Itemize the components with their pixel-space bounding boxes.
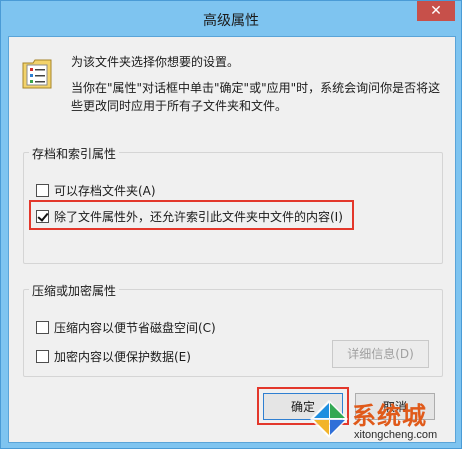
compress-group-label: 压缩或加密属性 xyxy=(29,282,120,299)
close-button[interactable]: ✕ xyxy=(417,1,455,21)
index-option-label: 除了文件属性外，还允许索引此文件夹中文件的内容(I) xyxy=(54,210,343,224)
encrypt-checkbox[interactable] xyxy=(36,350,49,363)
archive-folder-option[interactable]: 可以存档文件夹(A) xyxy=(36,182,156,199)
archive-option-label: 可以存档文件夹(A) xyxy=(54,184,156,198)
title-bar[interactable]: 高级属性 ✕ xyxy=(1,1,461,36)
site-watermark: 系统城 xitongcheng.com xyxy=(308,396,460,448)
encrypt-option[interactable]: 加密内容以便保护数据(E) xyxy=(36,348,191,365)
details-button[interactable]: 详细信息(D) xyxy=(332,340,429,368)
compress-checkbox[interactable] xyxy=(36,321,49,334)
archive-group-label: 存档和索引属性 xyxy=(29,145,120,162)
intro-line: 为该文件夹选择你想要的设置。 xyxy=(71,55,240,69)
compress-option[interactable]: 压缩内容以便节省磁盘空间(C) xyxy=(36,319,216,336)
watermark-title: 系统城 xyxy=(352,402,427,430)
index-content-option[interactable]: 除了文件属性外，还允许索引此文件夹中文件的内容(I) xyxy=(36,208,343,225)
archive-checkbox[interactable] xyxy=(36,184,49,197)
watermark-logo-icon xyxy=(310,400,348,438)
index-checkbox[interactable] xyxy=(36,210,49,223)
watermark-url: xitongcheng.com xyxy=(354,429,438,441)
compress-option-label: 压缩内容以便节省磁盘空间(C) xyxy=(54,321,216,335)
dialog-title: 高级属性 xyxy=(203,13,259,29)
advanced-attributes-dialog: 高级属性 ✕ 为该文件夹选择你想要的设置。 当你在"属性"对话框中单击"确定"或… xyxy=(0,0,462,449)
encrypt-option-label: 加密内容以便保护数据(E) xyxy=(54,350,191,364)
intro-description: 当你在"属性"对话框中单击"确定"或"应用"时，系统会询问你是否将这些更改同时应… xyxy=(71,81,441,113)
folder-properties-icon xyxy=(22,59,52,89)
dialog-body: 为该文件夹选择你想要的设置。 当你在"属性"对话框中单击"确定"或"应用"时，系… xyxy=(8,36,456,443)
